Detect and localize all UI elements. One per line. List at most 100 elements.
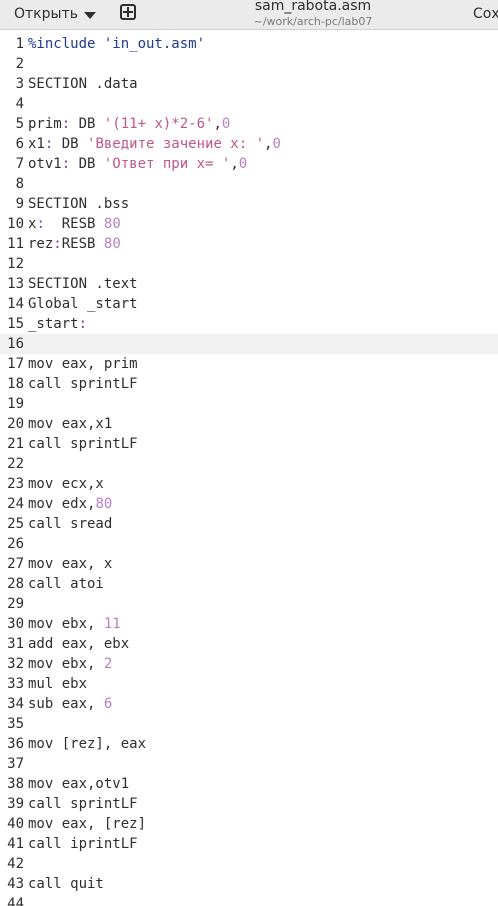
save-button[interactable]: Сох — [473, 6, 498, 22]
code-token: 2 — [103, 656, 113, 672]
code-line[interactable]: 21 call sprintLF — [0, 434, 498, 454]
code-token: Global _start — [28, 296, 138, 312]
line-number: 38 — [7, 776, 24, 792]
code-line[interactable]: 15 _start: — [0, 314, 498, 334]
code-token: 80 — [103, 236, 121, 252]
open-button[interactable]: Открыть — [8, 2, 102, 26]
code-line[interactable]: 12 — [0, 254, 498, 274]
line-number: 25 — [7, 516, 24, 532]
code-token: mov ecx,x — [28, 476, 104, 492]
code-text: Global _start — [24, 296, 138, 312]
code-line[interactable]: 28 call atoi — [0, 574, 498, 594]
code-line[interactable]: 14 Global _start — [0, 294, 498, 314]
code-line[interactable]: 13 SECTION .text — [0, 274, 498, 294]
code-line[interactable]: 9 SECTION .bss — [0, 194, 498, 214]
code-text: mul ebx — [24, 676, 87, 692]
code-token: 80 — [103, 216, 121, 232]
code-line[interactable]: 31 add eax, ebx — [0, 634, 498, 654]
code-line[interactable]: 20 mov eax,x1 — [0, 414, 498, 434]
code-line[interactable]: 36 mov [rez], eax — [0, 734, 498, 754]
code-token: call sprintLF — [28, 436, 138, 452]
code-line[interactable]: 17 mov eax, prim — [0, 354, 498, 374]
line-number: 32 — [7, 656, 24, 672]
code-token: RESB — [61, 236, 104, 252]
code-token: call iprintLF — [28, 836, 138, 852]
code-line[interactable]: 23 mov ecx,x — [0, 474, 498, 494]
code-text: otv1: DB 'Ответ при x= ',0 — [24, 156, 247, 172]
code-token: SECTION .bss — [28, 196, 130, 212]
code-line[interactable]: 2 — [0, 54, 498, 74]
line-number: 40 — [7, 816, 24, 832]
header-bar: Открыть sam_rabota.asm ~/work/arch-pc/la… — [0, 0, 498, 30]
code-token: prim — [28, 116, 62, 132]
code-token: mov ebx, — [28, 656, 104, 672]
code-line[interactable]: 35 — [0, 714, 498, 734]
code-token: 11 — [103, 616, 121, 632]
code-text: mov ebx, 11 — [24, 616, 121, 632]
code-text: mov eax,x1 — [24, 416, 112, 432]
code-line[interactable]: 24 mov edx,80 — [0, 494, 498, 514]
line-number: 43 — [7, 876, 24, 892]
code-text: mov eax,otv1 — [24, 776, 129, 792]
code-line[interactable]: 25 call sread — [0, 514, 498, 534]
code-text: SECTION .bss — [24, 196, 129, 212]
line-number: 9 — [15, 196, 24, 212]
code-token: 6 — [103, 696, 113, 712]
line-number: 8 — [15, 176, 24, 192]
code-token: DB — [70, 116, 104, 132]
line-number: 44 — [7, 896, 24, 906]
code-token: , — [230, 156, 239, 172]
line-number: 31 — [7, 636, 24, 652]
code-text: SECTION .data — [24, 76, 138, 92]
code-line[interactable]: 27 mov eax, x — [0, 554, 498, 574]
code-token: 0 — [238, 156, 248, 172]
code-line[interactable]: 34 sub eax, 6 — [0, 694, 498, 714]
code-text: call sprintLF — [24, 796, 138, 812]
code-line[interactable]: 38 mov eax,otv1 — [0, 774, 498, 794]
code-line[interactable]: 44 — [0, 894, 498, 906]
code-token: call sread — [28, 516, 113, 532]
new-document-icon[interactable] — [120, 4, 136, 20]
code-token: mov eax, x — [28, 556, 113, 572]
code-line[interactable]: 43 call quit — [0, 874, 498, 894]
code-line[interactable]: 22 — [0, 454, 498, 474]
line-number: 17 — [7, 356, 24, 372]
code-line[interactable]: 29 — [0, 594, 498, 614]
code-text: add eax, ebx — [24, 636, 129, 652]
code-line[interactable]: 11 rez:RESB 80 — [0, 234, 498, 254]
code-line[interactable]: 37 — [0, 754, 498, 774]
code-line[interactable]: 10 x: RESB 80 — [0, 214, 498, 234]
code-line[interactable]: 33 mul ebx — [0, 674, 498, 694]
code-line[interactable]: 41 call iprintLF — [0, 834, 498, 854]
code-text: mov eax, x — [24, 556, 112, 572]
code-line[interactable]: 4 — [0, 94, 498, 114]
code-line[interactable]: 1 %include 'in_out.asm' — [0, 34, 498, 54]
code-line[interactable]: 16 — [0, 334, 498, 354]
code-text: mov eax, prim — [24, 356, 138, 372]
code-editor[interactable]: 1 %include 'in_out.asm' 2 3 SECTION .data 4 5 p… — [0, 34, 498, 906]
code-text: %include 'in_out.asm' — [24, 36, 205, 52]
code-text: x1: DB 'Введите зачение x: ',0 — [24, 136, 281, 152]
code-text: _start: — [24, 316, 87, 332]
line-number: 26 — [7, 536, 24, 552]
line-number: 20 — [7, 416, 24, 432]
code-line[interactable]: 3 SECTION .data — [0, 74, 498, 94]
code-line[interactable]: 40 mov eax, [rez] — [0, 814, 498, 834]
code-text: mov ebx, 2 — [24, 656, 112, 672]
code-token: , — [213, 116, 222, 132]
code-line[interactable]: 26 — [0, 534, 498, 554]
code-line[interactable]: 39 call sprintLF — [0, 794, 498, 814]
document-path: ~/work/arch-pc/lab07 — [253, 15, 373, 28]
code-line[interactable]: 32 mov ebx, 2 — [0, 654, 498, 674]
code-line[interactable]: 8 — [0, 174, 498, 194]
code-line[interactable]: 30 mov ebx, 11 — [0, 614, 498, 634]
code-line[interactable]: 6 x1: DB 'Введите зачение x: ',0 — [0, 134, 498, 154]
code-token: mov eax,x1 — [28, 416, 113, 432]
code-line[interactable]: 7 otv1: DB 'Ответ при x= ',0 — [0, 154, 498, 174]
code-line[interactable]: 42 — [0, 854, 498, 874]
code-line[interactable]: 5 prim: DB '(11+ x)*2-6',0 — [0, 114, 498, 134]
code-line[interactable]: 19 — [0, 394, 498, 414]
code-line[interactable]: 18 call sprintLF — [0, 374, 498, 394]
code-text: mov [rez], eax — [24, 736, 146, 752]
line-number: 30 — [7, 616, 24, 632]
